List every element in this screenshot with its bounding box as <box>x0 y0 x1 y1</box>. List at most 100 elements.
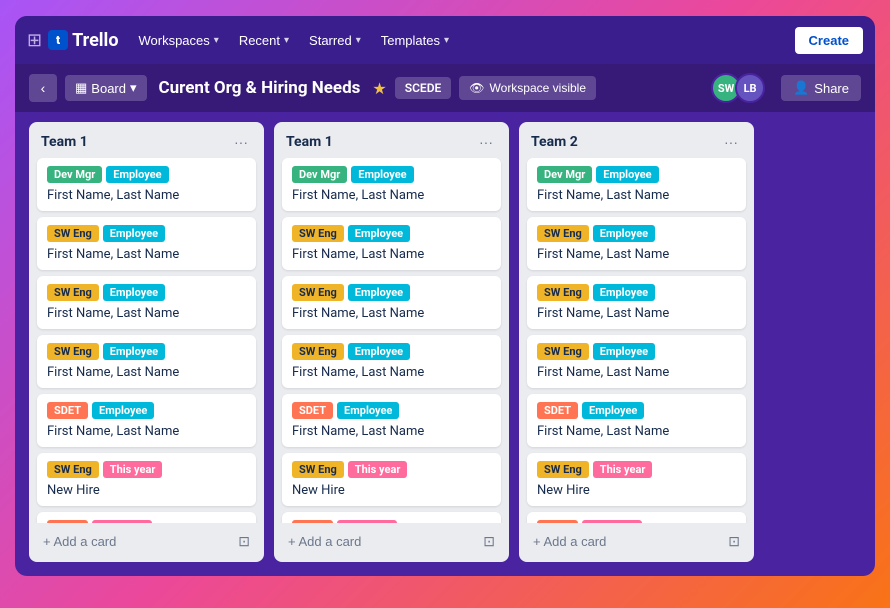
card-tags-1-6: SW EngThis year <box>47 461 246 478</box>
add-card-button-2[interactable]: + Add a card <box>282 530 367 553</box>
list-2: Team 1···Dev MgrEmployeeFirst Name, Last… <box>274 122 509 562</box>
add-card-button-3[interactable]: + Add a card <box>527 530 612 553</box>
card-2-5[interactable]: SDETEmployeeFirst Name, Last Name <box>282 394 501 447</box>
tag-2-3-1: SW Eng <box>292 284 344 301</box>
tag-3-5-1: SDET <box>537 402 578 419</box>
workspaces-menu[interactable]: Workspaces ▾ <box>130 27 226 54</box>
visibility-button[interactable]: 👁 Workspace visible <box>459 76 596 100</box>
card-3-5[interactable]: SDETEmployeeFirst Name, Last Name <box>527 394 746 447</box>
list-title-3: Team 2 <box>531 134 578 150</box>
card-tags-3-3: SW EngEmployee <box>537 284 736 301</box>
tag-2-4-1: SW Eng <box>292 343 344 360</box>
card-name-2-4: First Name, Last Name <box>292 365 491 380</box>
card-1-6[interactable]: SW EngThis year New Hire <box>37 453 256 506</box>
card-tags-3-5: SDETEmployee <box>537 402 736 419</box>
templates-menu[interactable]: Templates ▾ <box>373 27 457 54</box>
share-button[interactable]: 👤 Share <box>781 75 861 101</box>
card-name-1-1: First Name, Last Name <box>47 188 246 203</box>
list-footer-3: + Add a card ⊡ <box>519 523 754 562</box>
trello-logo: t Trello <box>48 30 118 51</box>
tag-3-4-2: Employee <box>593 343 655 360</box>
card-1-2[interactable]: SW EngEmployeeFirst Name, Last Name <box>37 217 256 270</box>
tag-1-5-2: Employee <box>92 402 154 419</box>
starred-chevron: ▾ <box>356 35 361 46</box>
workspaces-chevron: ▾ <box>214 35 219 46</box>
card-3-7[interactable]: SDETThis yearNew Hire <box>527 512 746 523</box>
nav-logo: ⊞ t Trello <box>27 30 118 51</box>
collapse-sidebar-button[interactable]: ‹ <box>29 74 57 102</box>
card-tags-1-1: Dev MgrEmployee <box>47 166 246 183</box>
recent-menu[interactable]: Recent ▾ <box>231 27 297 54</box>
avatar-lb[interactable]: LB <box>735 73 765 103</box>
tag-2-6-2: This year <box>348 461 408 478</box>
card-2-6[interactable]: SW EngThis yearNew Hire <box>282 453 501 506</box>
template-icon-button-2[interactable]: ⊡ <box>477 529 501 554</box>
list-header-1: Team 1··· <box>29 122 264 158</box>
starred-label: Starred <box>309 33 352 48</box>
visibility-label: Workspace visible <box>490 81 586 95</box>
template-icon-button-1[interactable]: ⊡ <box>232 529 256 554</box>
board-title: Curent Org & Hiring Needs <box>159 78 361 98</box>
board-content: Team 1··· Dev MgrEmployee First Name, Last… <box>15 112 875 576</box>
visibility-eye-icon: 👁 <box>469 81 484 95</box>
card-name-1-6: New Hire <box>47 483 246 498</box>
card-tags-3-6: SW EngThis year <box>537 461 736 478</box>
card-1-7[interactable]: SDETThis yearNew Hire <box>37 512 256 523</box>
card-2-2[interactable]: SW EngEmployeeFirst Name, Last Name <box>282 217 501 270</box>
starred-menu[interactable]: Starred ▾ <box>301 27 369 54</box>
card-tags-1-3: SW EngEmployee <box>47 284 246 301</box>
list-menu-button-1[interactable]: ··· <box>230 132 252 152</box>
card-3-4[interactable]: SW EngEmployeeFirst Name, Last Name <box>527 335 746 388</box>
tag-1-3-1: SW Eng <box>47 284 99 301</box>
card-tags-2-2: SW EngEmployee <box>292 225 491 242</box>
tag-3-3-2: Employee <box>593 284 655 301</box>
card-tags-1-5: SDETEmployee <box>47 402 246 419</box>
card-2-7[interactable]: SDETThis yearNew Hire <box>282 512 501 523</box>
card-name-3-2: First Name, Last Name <box>537 247 736 262</box>
card-name-3-1: First Name, Last Name <box>537 188 736 203</box>
tag-3-5-2: Employee <box>582 402 644 419</box>
trello-logo-box: t <box>48 30 68 50</box>
tag-1-2-1: SW Eng <box>47 225 99 242</box>
card-1-3[interactable]: SW EngEmployeeFirst Name, Last Name <box>37 276 256 329</box>
card-1-1[interactable]: Dev MgrEmployee First Name, Last Name <box>37 158 256 211</box>
create-button[interactable]: Create <box>795 27 863 54</box>
card-2-3[interactable]: SW EngEmployeeFirst Name, Last Name <box>282 276 501 329</box>
card-3-3[interactable]: SW EngEmployeeFirst Name, Last Name <box>527 276 746 329</box>
tag-3-2-2: Employee <box>593 225 655 242</box>
list-menu-button-3[interactable]: ··· <box>720 132 742 152</box>
star-icon[interactable]: ★ <box>372 79 386 98</box>
list-footer-1: + Add a card ⊡ <box>29 523 264 562</box>
tag-3-6-1: SW Eng <box>537 461 589 478</box>
card-3-6[interactable]: SW EngThis year New Hire <box>527 453 746 506</box>
list-1: Team 1··· Dev MgrEmployee First Name, Last… <box>29 122 264 562</box>
card-tags-2-4: SW EngEmployee <box>292 343 491 360</box>
add-card-button-1[interactable]: + Add a card <box>37 530 122 553</box>
card-2-1[interactable]: Dev MgrEmployeeFirst Name, Last Name <box>282 158 501 211</box>
trello-logo-text: Trello <box>72 30 118 51</box>
tag-2-1-2: Employee <box>351 166 413 183</box>
list-menu-button-2[interactable]: ··· <box>475 132 497 152</box>
card-3-2[interactable]: SW EngEmployeeFirst Name, Last Name <box>527 217 746 270</box>
card-name-2-1: First Name, Last Name <box>292 188 491 203</box>
card-tags-1-4: SW EngEmployee <box>47 343 246 360</box>
card-1-4[interactable]: SW EngEmployeeFirst Name, Last Name <box>37 335 256 388</box>
tag-1-3-2: Employee <box>103 284 165 301</box>
tag-2-5-1: SDET <box>292 402 333 419</box>
board-view-chevron: ▾ <box>130 80 137 96</box>
card-name-3-6: New Hire <box>537 483 736 498</box>
workspace-badge[interactable]: SCEDE <box>395 77 452 99</box>
recent-label: Recent <box>239 33 280 48</box>
grid-icon[interactable]: ⊞ <box>27 30 42 51</box>
tag-3-3-1: SW Eng <box>537 284 589 301</box>
card-1-5[interactable]: SDETEmployeeFirst Name, Last Name <box>37 394 256 447</box>
template-icon-button-3[interactable]: ⊡ <box>722 529 746 554</box>
card-2-4[interactable]: SW EngEmployee First Name, Last Name <box>282 335 501 388</box>
card-3-1[interactable]: Dev MgrEmployeeFirst Name, Last Name <box>527 158 746 211</box>
card-name-2-6: New Hire <box>292 483 491 498</box>
recent-chevron: ▾ <box>284 35 289 46</box>
board-view-button[interactable]: ▦ Board ▾ <box>65 75 147 101</box>
tag-3-1-2: Employee <box>596 166 658 183</box>
board-header: ‹ ▦ Board ▾ Curent Org & Hiring Needs ★ … <box>15 64 875 112</box>
card-tags-3-4: SW EngEmployee <box>537 343 736 360</box>
